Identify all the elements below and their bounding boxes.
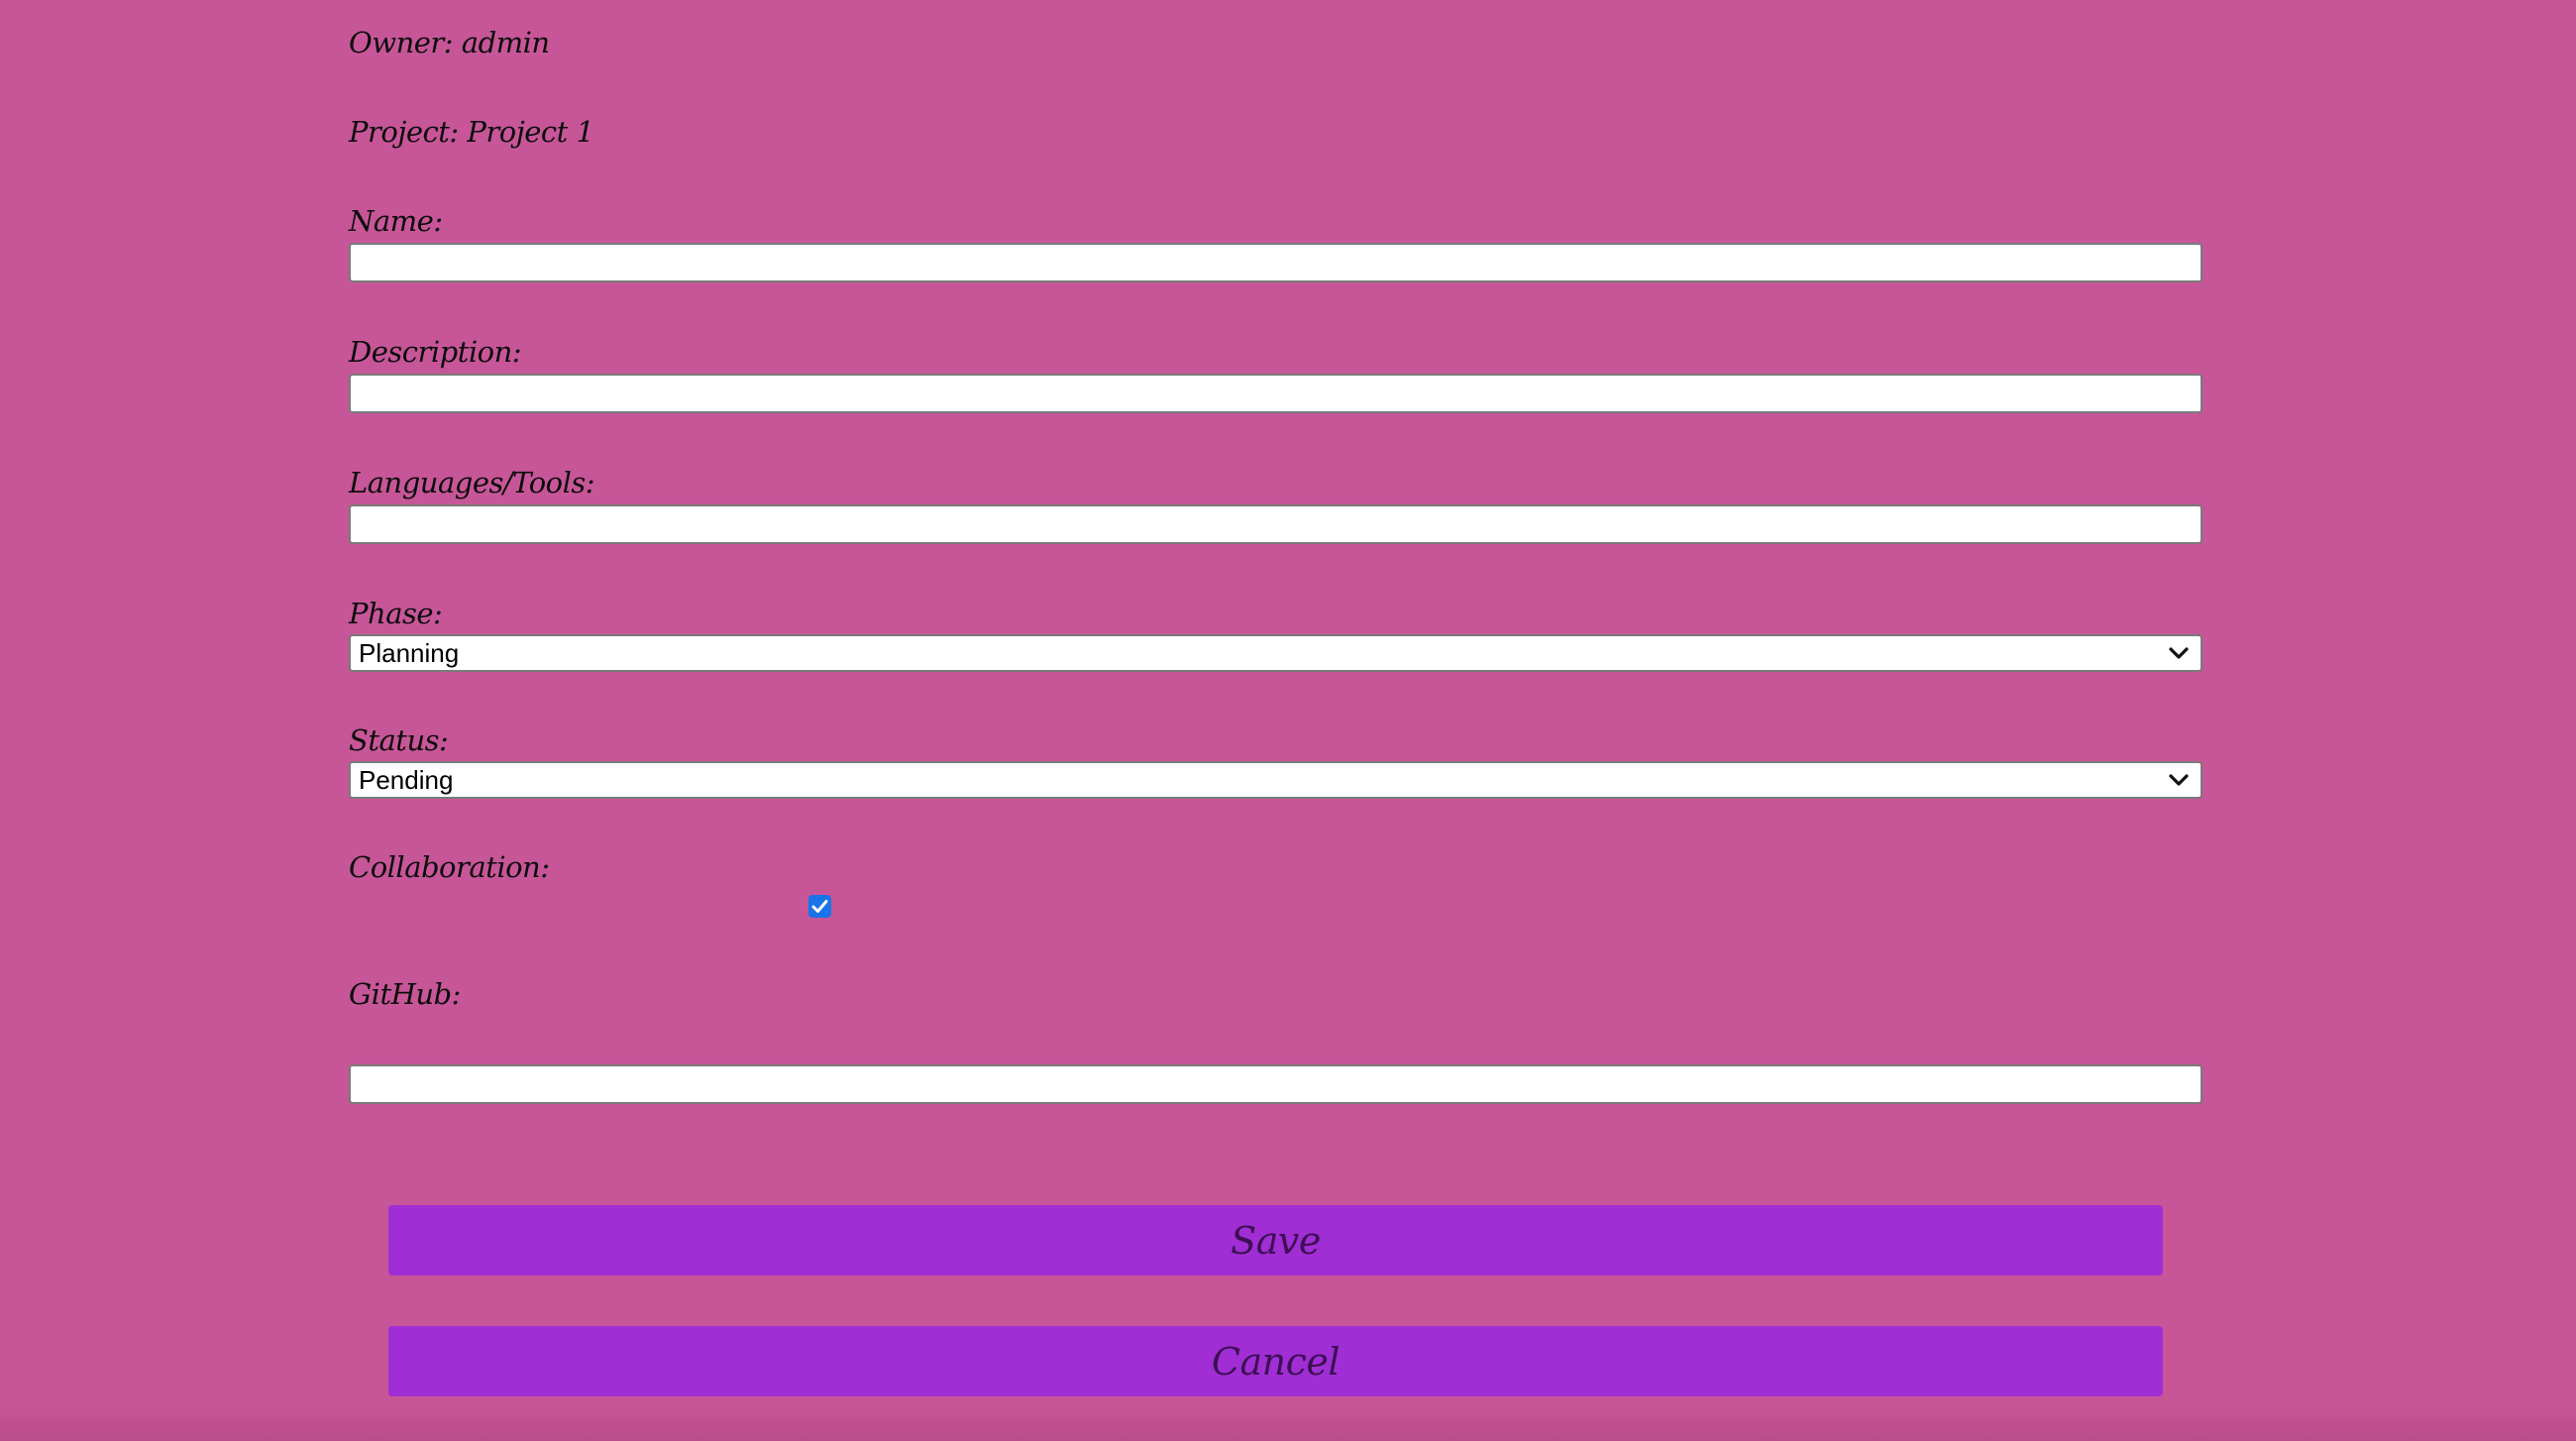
cancel-button[interactable]: Cancel — [388, 1326, 2163, 1396]
chevron-down-icon — [2165, 639, 2193, 667]
collaboration-label: Collaboration: — [349, 850, 550, 884]
languages-input[interactable] — [349, 504, 2202, 544]
status-label: Status: — [349, 723, 449, 757]
edit-project-page: Owner: admin Project: Project 1 Name: De… — [0, 0, 2576, 1441]
phase-select-value: Planning — [359, 637, 460, 668]
phase-select[interactable]: Planning — [349, 634, 2202, 672]
name-label: Name: — [349, 204, 443, 238]
description-label: Description: — [349, 335, 522, 369]
collaboration-checkbox[interactable] — [808, 895, 831, 918]
status-select-value: Pending — [359, 764, 454, 795]
languages-label: Languages/Tools: — [349, 466, 595, 499]
checkmark-icon — [811, 900, 828, 913]
name-input[interactable] — [349, 243, 2202, 282]
owner-text: Owner: admin — [349, 26, 550, 59]
bottom-shadow — [0, 1401, 2576, 1441]
github-input[interactable] — [349, 1064, 2202, 1104]
github-label: GitHub: — [349, 977, 461, 1011]
save-button[interactable]: Save — [388, 1205, 2163, 1275]
project-text: Project: Project 1 — [349, 115, 594, 149]
chevron-down-icon — [2165, 766, 2193, 794]
description-input[interactable] — [349, 374, 2202, 413]
status-select[interactable]: Pending — [349, 761, 2202, 799]
phase-label: Phase: — [349, 597, 443, 630]
